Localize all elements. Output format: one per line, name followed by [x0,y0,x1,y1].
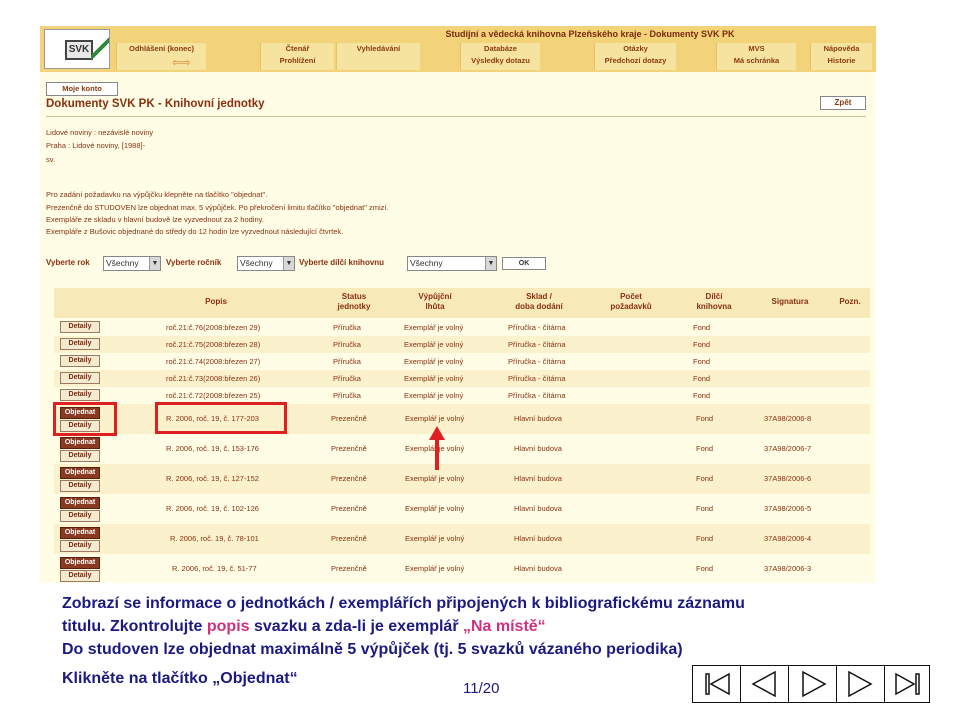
volume-filter-label: Vyberte ročník [166,258,222,267]
nav-databaze[interactable]: Databáze Výsledky dotazu [460,43,540,70]
ok-button[interactable]: OK [502,257,546,270]
info-line: Prezenčně do STUDOVEN lze objednat max. … [46,203,389,212]
detail-button[interactable]: Detaily [60,355,100,367]
table-row: Objednat Detaily R. 2006, roč. 19, č. 12… [54,464,870,494]
cta-text: Klikněte na tlačítko „Objednat“ [62,670,298,687]
arrow-up-icon [429,426,445,470]
order-button[interactable]: Objednat [60,467,100,479]
chevron-down-icon: ▼ [283,257,294,270]
last-slide-icon[interactable] [885,666,932,702]
table-row: Objednat Detaily R. 2006, roč. 19, č. 10… [54,494,870,524]
order-button[interactable]: Objednat [60,437,100,449]
record-title: Lidové noviny : nezávislé noviny [46,128,154,137]
info-line: Exempláře z Bušovic objednané do středy … [46,227,344,236]
first-slide-icon[interactable] [693,666,741,702]
col-popis: Popis [205,297,227,306]
order-button[interactable]: Objednat [60,497,100,509]
play-icon[interactable] [789,666,837,702]
nav-prohlizeni[interactable]: Čtenář Prohlížení [260,43,334,70]
detail-button[interactable]: Detaily [60,450,100,462]
detail-button[interactable]: Detaily [60,372,100,384]
col-sklad: Sklad / doba dodání [515,292,563,311]
svk-logo: SVK [44,29,110,69]
next-slide-icon[interactable] [837,666,885,702]
table-row: Objednat Detaily R. 2006, roč. 19, č. 51… [54,554,870,583]
previous-slide-icon[interactable] [741,666,789,702]
year-filter-label: Vyberte rok [46,258,90,267]
chevron-down-icon: ▼ [485,257,496,270]
detail-button[interactable]: Detaily [60,389,100,401]
nav-napoveda[interactable]: Nápověda Historie [810,43,872,70]
volume-select[interactable]: Všechny ▼ [237,256,295,271]
col-status: Status jednotky [337,292,371,311]
table-row: Objednat Detaily R. 2006, roč. 19, č. 15… [54,434,870,464]
top-navigation: SVK Studijní a vědecká knihovna Plzeňské… [40,26,876,72]
detail-button[interactable]: Detaily [60,321,100,333]
nav-vyhledavani[interactable]: Vyhledávání [336,43,420,70]
order-button[interactable]: Objednat [60,557,100,569]
table-row: Detaily roč.21:č.74(2008:březen 27) Přír… [54,353,870,370]
moje-konto-button[interactable]: Moje konto [46,82,118,96]
detail-button[interactable]: Detaily [60,338,100,350]
col-signatura: Signatura [771,297,809,306]
chevron-down-icon: ▼ [149,257,160,270]
page-number: 11/20 [463,680,500,697]
detail-button[interactable]: Detaily [60,570,100,582]
year-select[interactable]: Všechny ▼ [103,256,161,271]
order-button-highlight [53,402,117,436]
branch-filter-label: Vyberte dílčí knihovnu [299,258,385,267]
col-pozn: Pozn. [839,297,861,306]
record-volume: sv. [46,155,56,164]
popis-highlight [155,402,287,434]
table-row: Objednat Detaily R. 2006, roč. 19, č. 78… [54,524,870,554]
info-line: Exempláře ze skladu v hlavní budově lze … [46,215,264,224]
detail-button[interactable]: Detaily [60,480,100,492]
header-title: Studijní a vědecká knihovna Plzeňského k… [445,29,735,39]
branch-select[interactable]: Všechny ▼ [407,256,497,271]
back-forward-icon[interactable]: ⇦⇨ [172,56,190,69]
col-dilci: Dílčí knihovna [696,292,732,311]
detail-button[interactable]: Detaily [60,540,100,552]
nav-odhlaseni[interactable]: Odhlášení (konec) [116,43,206,70]
table-row: Detaily roč.21:č.76(2008:březen 29) Přír… [54,319,870,336]
caption: Zobrazí se informace o jednotkách / exem… [62,595,745,658]
record-imprint: Praha : Lidové noviny, [1988]- [46,141,146,150]
info-line: Pro zadání požadavku na výpůjčku klepnět… [46,190,268,199]
table-row: Detaily roč.21:č.73(2008:březen 26) Přír… [54,370,870,387]
back-button[interactable]: Zpět [820,96,866,110]
col-pocet: Počet požadavků [610,292,652,311]
nav-mvs[interactable]: MVS Má schránka [716,43,796,70]
col-lhuta: Výpůjční lhůta [418,292,452,311]
divider [46,116,866,117]
table-row: Detaily roč.21:č.75(2008:březen 28) Přír… [54,336,870,353]
detail-button[interactable]: Detaily [60,510,100,522]
browser-screenshot: SVK Studijní a vědecká knihovna Plzeňské… [40,26,876,583]
nav-otazky[interactable]: Otázky Předchozí dotazy [594,43,676,70]
slide-navigation [692,665,930,703]
page-title: Dokumenty SVK PK - Knihovní jednotky [46,98,265,110]
table-header: Popis Status jednotky Výpůjční lhůta Sklad… [54,288,870,318]
order-button[interactable]: Objednat [60,527,100,539]
